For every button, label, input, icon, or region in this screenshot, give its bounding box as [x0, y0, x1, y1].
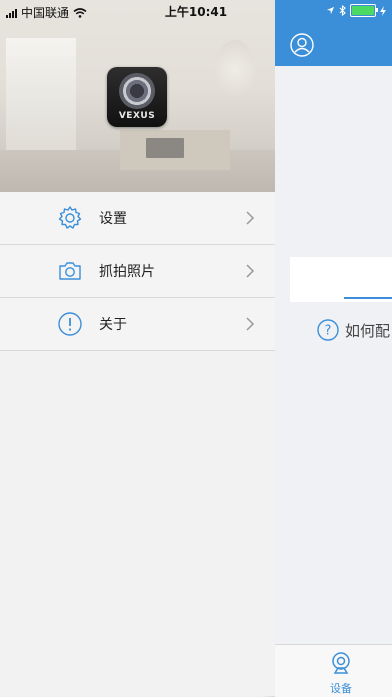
menu-item-snapshots[interactable]: 抓拍照片	[0, 245, 275, 298]
gear-icon	[58, 206, 82, 229]
menu-label-about: 关于	[99, 317, 127, 333]
svg-text:?: ?	[325, 324, 332, 339]
charging-icon	[380, 5, 386, 16]
side-drawer: VEXUS 设置 抓拍照片 关于	[0, 0, 275, 696]
device-card[interactable]	[290, 257, 392, 302]
tab-bar: 设备	[275, 644, 392, 697]
location-arrow-icon	[326, 6, 335, 15]
card-accent-line	[344, 297, 392, 299]
chevron-right-icon	[246, 211, 255, 225]
chevron-right-icon	[246, 317, 255, 331]
help-link[interactable]: 如何配	[345, 320, 390, 341]
menu-item-about[interactable]: 关于	[0, 298, 275, 351]
room-tv	[146, 138, 184, 158]
drawer-header-photo: VEXUS	[0, 0, 275, 192]
camera-lens-icon	[119, 73, 155, 109]
info-icon	[58, 312, 82, 336]
chevron-right-icon	[246, 264, 255, 278]
menu-item-settings[interactable]: 设置	[0, 192, 275, 245]
camera-icon	[59, 262, 81, 280]
status-right	[326, 4, 386, 17]
profile-icon[interactable]	[290, 33, 314, 57]
tab-device-label: 设备	[330, 682, 352, 695]
battery-icon	[350, 4, 378, 17]
menu-label-settings: 设置	[99, 211, 127, 227]
status-bar: 中国联通 上午10:41	[0, 0, 392, 22]
tab-device[interactable]: 设备	[321, 649, 361, 695]
bluetooth-icon	[339, 5, 346, 16]
battery-level	[352, 6, 374, 15]
room-window	[6, 38, 76, 158]
question-icon[interactable]: ?	[317, 319, 339, 341]
drawer-menu: 设置 抓拍照片 关于	[0, 192, 275, 351]
room-lamp	[215, 40, 255, 100]
logo-text: VEXUS	[118, 111, 156, 121]
webcam-icon	[332, 652, 350, 674]
menu-label-snapshots: 抓拍照片	[99, 264, 155, 280]
main-panel: ? 如何配 设备	[275, 0, 392, 697]
app-logo: VEXUS	[107, 67, 167, 127]
